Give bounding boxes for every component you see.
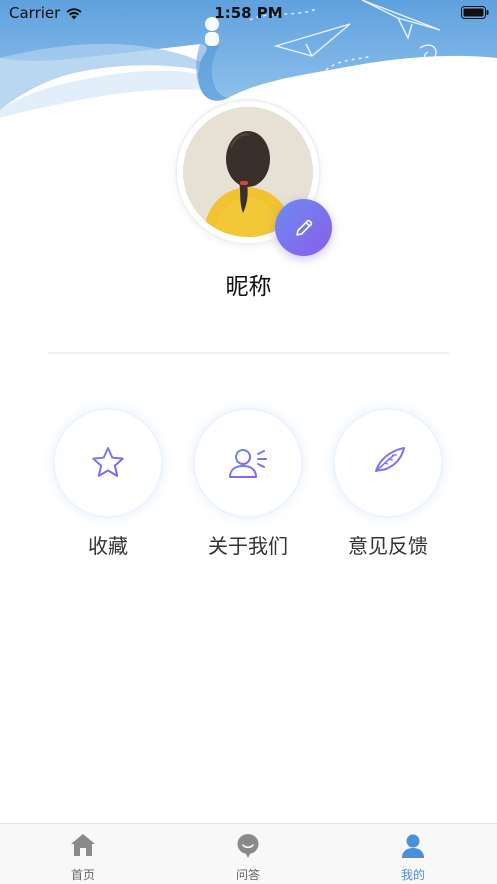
tab-qa[interactable]: 问答 [198, 824, 298, 884]
tab-bar: 首页 问答 我的 [0, 823, 497, 884]
chat-bubble-icon [237, 834, 259, 858]
battery-icon [461, 6, 489, 19]
person-icon [402, 834, 424, 858]
tab-mine-label: 我的 [400, 868, 425, 882]
edit-profile-button[interactable] [275, 199, 332, 256]
feedback-icon-circle [333, 408, 443, 518]
pencil-icon [295, 219, 312, 236]
about-us-icon-circle [193, 408, 303, 518]
divider [48, 352, 449, 354]
star-icon [92, 447, 124, 477]
tab-qa-label: 问答 [235, 868, 260, 882]
status-bar: Carrier 1:58 PM [0, 0, 497, 26]
tab-mine[interactable]: 我的 [363, 824, 463, 884]
feedback-button[interactable]: 意见反馈 [333, 408, 443, 559]
tab-home[interactable]: 首页 [33, 824, 133, 884]
feedback-label: 意见反馈 [348, 534, 428, 558]
nickname[interactable]: 昵称 [0, 267, 497, 301]
about-us-icon [229, 449, 267, 478]
favorites-label: 收藏 [88, 534, 128, 558]
tab-home-label: 首页 [70, 868, 95, 882]
status-time: 1:58 PM [214, 4, 283, 22]
about-us-label: 关于我们 [208, 534, 288, 558]
feedback-quill-icon [369, 447, 407, 479]
favorites-button[interactable]: 收藏 [53, 408, 163, 559]
about-us-button[interactable]: 关于我们 [193, 408, 303, 559]
favorites-icon-circle [53, 408, 163, 518]
home-icon [71, 834, 95, 856]
